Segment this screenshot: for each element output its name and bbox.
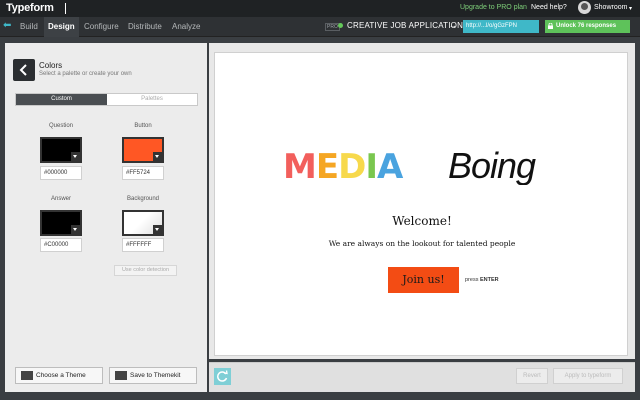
color-detection-button[interactable]: Use color detection [114,265,177,276]
tab-configure[interactable]: Configure [80,17,123,37]
avatar[interactable] [578,1,591,14]
preview-footer: Revert Apply to typeform [209,362,635,392]
unlock-responses-button[interactable]: Unlock 76 responses [545,20,630,33]
lock-icon [548,23,553,29]
chevron-down-icon[interactable]: ▾ [629,5,632,12]
press-prefix: press [465,277,479,283]
mediaboing-logo: MEDIA Boing [283,145,537,185]
nav-bar: ⬅ Build Design Configure Distribute Anal… [0,17,640,37]
logo-media-text: MEDIA [283,147,404,185]
form-preview: MEDIA Boing Welcome! We are always on th… [214,52,628,356]
palette-mode-toggle: Custom Palettes [15,93,198,106]
help-link[interactable]: Need help? [531,4,567,11]
tab-palettes[interactable]: Palettes [107,94,197,105]
logo-boing-text: Boing [448,145,536,185]
button-color-swatch[interactable] [122,137,164,163]
logo-letter: A [377,147,404,185]
answer-hex-field[interactable]: #C00000 [40,238,82,252]
choose-theme-label: Choose a Theme [36,372,86,379]
panel-subtitle: Select a palette or create your own [39,71,132,77]
preview-area: MEDIA Boing Welcome! We are always on th… [209,43,635,359]
welcome-heading: Welcome! [392,214,452,228]
refresh-icon [217,370,228,382]
refresh-button[interactable] [214,368,231,385]
join-us-button[interactable]: Join us! [388,267,459,293]
back-arrow-icon[interactable]: ⬅ [3,20,13,32]
chevron-down-icon[interactable] [71,225,80,234]
logo-letter: M [283,147,316,185]
top-bar: Typeform Upgrade to PRO plan Need help? … [0,0,640,17]
button-color-label: Button [134,123,152,129]
chevron-down-icon[interactable] [153,152,162,161]
tab-build[interactable]: Build [16,17,42,37]
logo-letter: I [365,147,377,185]
question-color-swatch[interactable] [40,137,82,163]
logo-letter: D [338,147,365,185]
tab-distribute[interactable]: Distribute [124,17,166,37]
background-color-label: Background [126,196,160,202]
logo-cursor [65,3,66,14]
tab-design[interactable]: Design [44,17,79,37]
typeform-logo[interactable]: Typeform [6,2,54,14]
press-key: ENTER [479,277,499,283]
tab-custom[interactable]: Custom [16,94,107,105]
panel-back-button[interactable] [13,59,35,81]
chevron-down-icon[interactable] [71,152,80,161]
revert-button[interactable]: Revert [516,368,548,384]
chevron-left-icon [19,64,27,76]
chevron-down-icon[interactable] [153,225,162,234]
choose-theme-button[interactable]: Choose a Theme [15,367,103,384]
background-hex-field[interactable]: #FFFFFF [122,238,164,252]
status-dot-icon [338,23,343,28]
tab-analyze[interactable]: Analyze [168,17,204,37]
panel-title: Colors [39,61,63,70]
press-enter-hint: press ENTER [465,277,499,283]
question-color-label: Question [48,123,73,129]
upgrade-link[interactable]: Upgrade to PRO plan [460,4,527,11]
share-url-button[interactable]: http://...l/o/gGzFPN [463,20,539,33]
unlock-label: Unlock 76 responses [556,23,617,29]
theme-icon [21,371,33,380]
apply-button[interactable]: Apply to typeform [553,368,623,384]
answer-color-label: Answer [50,196,71,202]
button-hex-field[interactable]: #FF5724 [122,166,164,180]
form-title: CREATIVE JOB APPLICATION [347,21,464,30]
answer-color-swatch[interactable] [40,210,82,236]
logo-letter: E [316,147,338,185]
welcome-tagline: We are always on the lookout for talente… [328,239,516,248]
user-menu-name[interactable]: Showroom [594,4,627,11]
save-themekit-label: Save to Themekit [130,372,181,379]
save-themekit-button[interactable]: Save to Themekit [109,367,197,384]
themekit-icon [115,371,127,380]
colors-panel: Colors Select a palette or create your o… [5,43,207,392]
share-arrow-icon: → [449,21,457,30]
question-hex-field[interactable]: #000000 [40,166,82,180]
background-color-swatch[interactable] [122,210,164,236]
